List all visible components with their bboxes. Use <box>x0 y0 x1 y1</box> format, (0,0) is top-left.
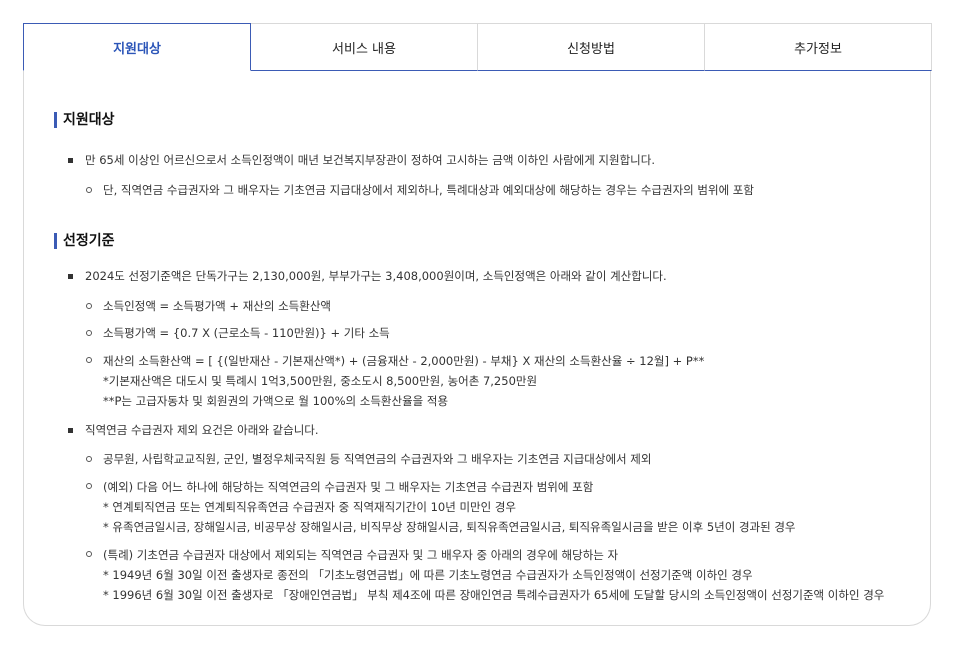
sub-list-item: (예외) 다음 어느 하나에 해당하는 직역연금의 수급권자 및 그 배우자는 … <box>54 477 914 537</box>
special-case-line: (특례) 기초연금 수급권자 대상에서 제외되는 직역연금 수급권자 및 그 배… <box>103 548 619 562</box>
exception-line: (예외) 다음 어느 하나에 해당하는 직역연금의 수급권자 및 그 배우자는 … <box>103 480 594 494</box>
sub-list-item: (특례) 기초연금 수급권자 대상에서 제외되는 직역연금 수급권자 및 그 배… <box>54 545 914 605</box>
footnote-line: * 1949년 6월 30일 이전 출생자로 종전의 「기초노령연금법」에 따른… <box>103 568 753 582</box>
sub-list-item: 재산의 소득환산액 = [ {(일반재산 - 기본재산액*) + (금융재산 -… <box>54 351 914 411</box>
footnote-line: **P는 고급자동차 및 회원권의 가액으로 월 100%의 소득환산율을 적용 <box>103 394 449 408</box>
footnote-line: * 연계퇴직연금 또는 연계퇴직유족연금 수급권자 중 직역재직기간이 10년 … <box>103 500 516 514</box>
tab-bar: 지원대상 서비스 내용 신청방법 추가정보 <box>23 23 932 71</box>
tab-service-content[interactable]: 서비스 내용 <box>250 23 478 71</box>
section-title-selection-criteria: 선정기준 <box>54 233 914 249</box>
sub-list-item: 소득인정액 = 소득평가액 + 재산의 소득환산액 <box>54 297 914 316</box>
list-item: 만 65세 이상인 어르신으로서 소득인정액이 매년 보건복지부장관이 정하여 … <box>54 151 914 170</box>
sub-list-item: 단, 직역연금 수급권자와 그 배우자는 기초연금 지급대상에서 제외하나, 특… <box>54 181 914 200</box>
sub-list-item: 공무원, 사립학교교직원, 군인, 별정우체국직원 등 직역연금의 수급권자와 … <box>54 450 914 469</box>
tab-application-method[interactable]: 신청방법 <box>477 23 705 71</box>
formula-line: 재산의 소득환산액 = [ {(일반재산 - 기본재산액*) + (금융재산 -… <box>103 354 705 368</box>
tab-eligibility[interactable]: 지원대상 <box>23 23 251 71</box>
sub-list-item: 소득평가액 = {0.7 X (근로소득 - 110만원)} + 기타 소득 <box>54 324 914 343</box>
tab-additional-info[interactable]: 추가정보 <box>704 23 932 71</box>
list-item: 2024도 선정기준액은 단독가구는 2,130,000원, 부부가구는 3,4… <box>54 267 914 286</box>
footnote-line: *기본재산액은 대도시 및 특례시 1억3,500만원, 중소도시 8,500만… <box>103 374 538 388</box>
tab-panel: 지원대상 만 65세 이상인 어르신으로서 소득인정액이 매년 보건복지부장관이… <box>54 112 914 605</box>
footnote-line: * 유족연금일시금, 장해일시금, 비공무상 장해일시금, 비직무상 장해일시금… <box>103 520 796 534</box>
footnote-line: * 1996년 6월 30일 이전 출생자로 「장애인연금법」 부칙 제4조에 … <box>103 588 885 602</box>
section-title-eligibility: 지원대상 <box>54 112 914 128</box>
list-item: 직역연금 수급권자 제외 요건은 아래와 같습니다. <box>54 421 914 440</box>
